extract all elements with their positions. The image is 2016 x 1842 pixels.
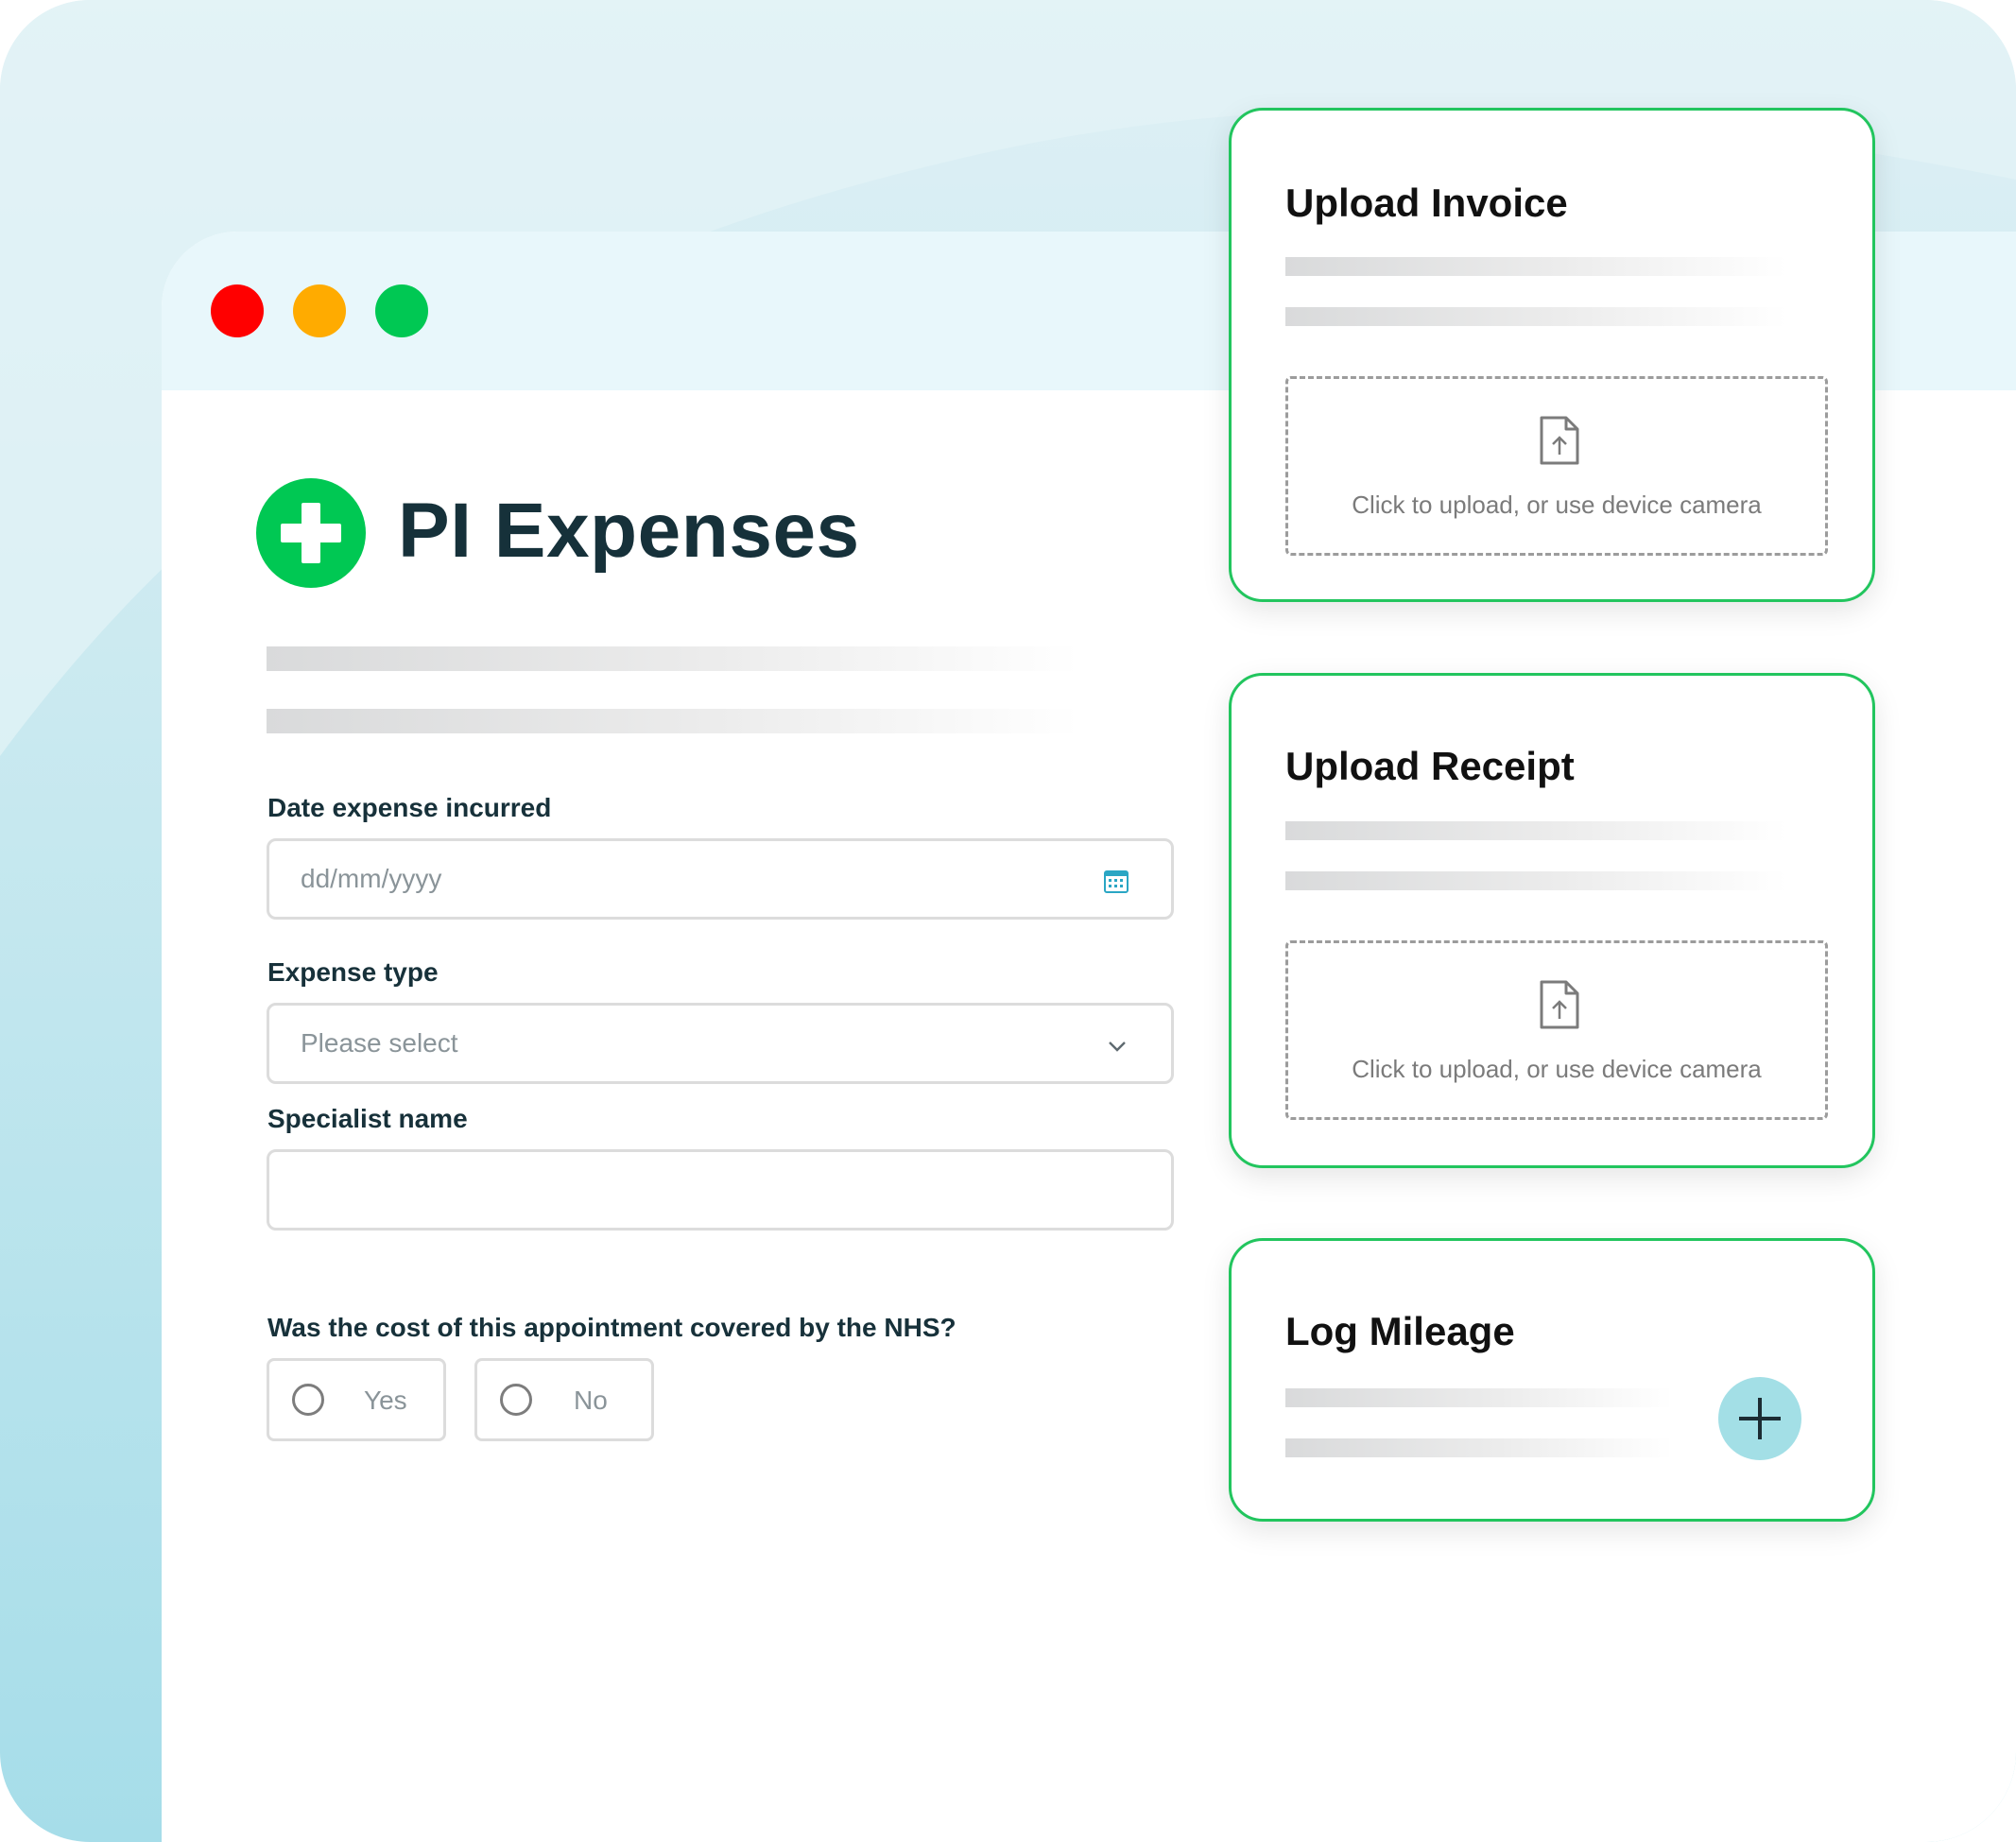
file-upload-icon bbox=[1540, 416, 1579, 465]
maximize-dot[interactable] bbox=[375, 284, 428, 337]
skeleton-line bbox=[1285, 871, 1786, 890]
radio-label-no: No bbox=[574, 1386, 608, 1415]
page-background: PI Expenses Date expense incurred dd/mm/… bbox=[0, 0, 2016, 1842]
skeleton-line bbox=[267, 646, 1079, 671]
date-input[interactable]: dd/mm/yyyy bbox=[267, 838, 1174, 920]
card-title-mileage: Log Mileage bbox=[1285, 1309, 1515, 1353]
card-title-invoice: Upload Invoice bbox=[1285, 181, 1568, 225]
skeleton-line bbox=[267, 709, 1079, 733]
invoice-upload-text: Click to upload, or use device camera bbox=[1352, 491, 1762, 519]
date-placeholder: dd/mm/yyyy bbox=[301, 864, 442, 893]
upload-invoice-card: Upload Invoice Click to upload, or use d… bbox=[1229, 108, 1875, 602]
chevron-down-icon bbox=[1109, 1042, 1126, 1052]
upload-receipt-card: Upload Receipt Click to upload, or use d… bbox=[1229, 673, 1875, 1168]
skeleton-line bbox=[1285, 1388, 1673, 1407]
radio-circle-icon[interactable] bbox=[292, 1384, 324, 1416]
close-dot[interactable] bbox=[211, 284, 264, 337]
radio-label-yes: Yes bbox=[364, 1386, 407, 1415]
file-upload-icon bbox=[1540, 980, 1579, 1029]
expense-type-select[interactable]: Please select bbox=[267, 1003, 1174, 1084]
card-title-receipt: Upload Receipt bbox=[1285, 744, 1575, 788]
nhs-question: Was the cost of this appointment covered… bbox=[267, 1313, 956, 1342]
page-title: PI Expenses bbox=[398, 488, 860, 574]
radio-circle-icon[interactable] bbox=[500, 1384, 532, 1416]
minimize-dot[interactable] bbox=[293, 284, 346, 337]
radio-option-yes[interactable]: Yes bbox=[267, 1358, 446, 1441]
expense-type-value: Please select bbox=[301, 1028, 458, 1058]
skeleton-line bbox=[1285, 257, 1786, 276]
skeleton-line bbox=[1285, 307, 1786, 326]
receipt-upload-dropzone[interactable]: Click to upload, or use device camera bbox=[1285, 940, 1828, 1120]
specialist-label: Specialist name bbox=[267, 1104, 468, 1133]
date-label: Date expense incurred bbox=[267, 793, 552, 822]
expense-type-label: Expense type bbox=[267, 957, 439, 987]
skeleton-line bbox=[1285, 1438, 1673, 1457]
add-mileage-button[interactable] bbox=[1718, 1377, 1801, 1460]
invoice-upload-dropzone[interactable]: Click to upload, or use device camera bbox=[1285, 376, 1828, 556]
receipt-upload-text: Click to upload, or use device camera bbox=[1352, 1055, 1762, 1083]
log-mileage-card: Log Mileage bbox=[1229, 1238, 1875, 1522]
medical-cross-logo-icon bbox=[256, 478, 366, 588]
skeleton-line bbox=[1285, 821, 1786, 840]
radio-option-no[interactable]: No bbox=[474, 1358, 654, 1441]
specialist-name-input[interactable] bbox=[267, 1149, 1174, 1231]
calendar-icon[interactable] bbox=[1103, 868, 1129, 894]
